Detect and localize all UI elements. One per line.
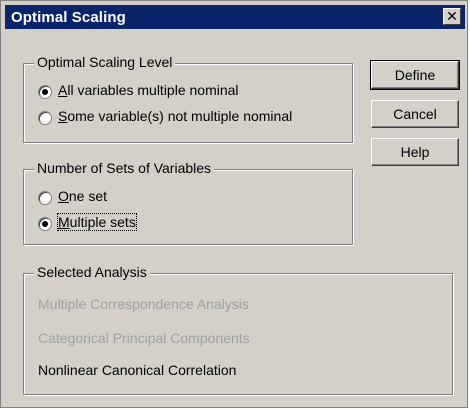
radio-button[interactable] (38, 111, 52, 125)
title-bar: Optimal Scaling ✕ (5, 5, 465, 29)
sets-group: Number of Sets of Variables One set Mult… (23, 160, 353, 245)
radio-label: Multiple sets (57, 213, 137, 231)
radio-button-checked[interactable] (38, 217, 52, 231)
help-button[interactable]: Help (371, 138, 459, 166)
radio-label: Some variable(s) not multiple nominal (58, 108, 293, 124)
radio-label: One set (58, 188, 108, 204)
analysis-categorical-principal-components: Categorical Principal Components (38, 330, 250, 346)
selected-analysis-label: Selected Analysis (34, 264, 150, 280)
define-button[interactable]: Define (370, 60, 460, 90)
analysis-multiple-correspondence: Multiple Correspondence Analysis (38, 296, 249, 312)
scaling-level-label: Optimal Scaling Level (34, 54, 176, 70)
optimal-scaling-dialog: Optimal Scaling ✕ Optimal Scaling Level … (0, 0, 468, 408)
sets-label: Number of Sets of Variables (34, 160, 215, 176)
dialog-title: Optimal Scaling (11, 9, 126, 26)
selected-analysis-group: Selected Analysis Multiple Correspondenc… (23, 264, 453, 395)
cancel-button[interactable]: Cancel (371, 100, 459, 128)
radio-button-checked[interactable] (38, 85, 52, 99)
scaling-level-group: Optimal Scaling Level All variables mult… (23, 54, 353, 143)
close-button[interactable]: ✕ (443, 8, 461, 25)
analysis-nonlinear-canonical-correlation: Nonlinear Canonical Correlation (38, 362, 237, 378)
radio-button[interactable] (38, 191, 52, 205)
close-icon: ✕ (446, 8, 458, 24)
radio-label: All variables multiple nominal (58, 82, 239, 98)
